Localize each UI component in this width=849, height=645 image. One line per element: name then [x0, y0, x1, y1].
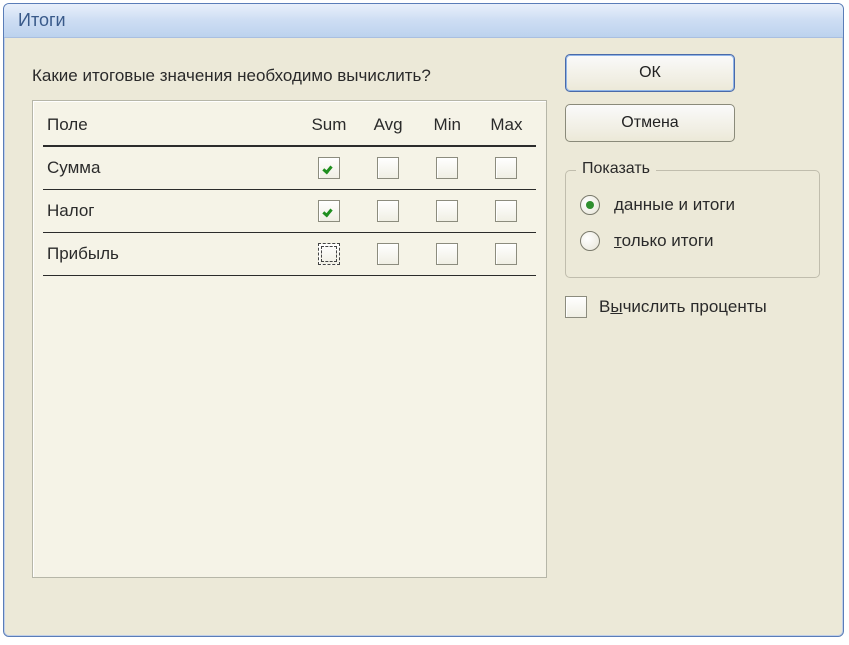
sum-checkbox[interactable]: [318, 200, 340, 222]
radio-button[interactable]: [580, 231, 600, 251]
avg-checkbox[interactable]: [377, 200, 399, 222]
field-name: Налог: [43, 190, 299, 233]
column-header-max: Max: [477, 109, 536, 146]
column-header-min: Min: [418, 109, 477, 146]
calculate-percent-checkbox[interactable]: [565, 296, 587, 318]
radio-label: данные и итоги: [614, 195, 735, 215]
max-checkbox[interactable]: [495, 243, 517, 265]
table-row: Прибыль: [43, 233, 536, 276]
window-title: Итоги: [18, 10, 66, 31]
totals-table-box: Поле Sum Avg Min Max СуммаНалогПрибыль: [32, 100, 547, 578]
min-checkbox[interactable]: [436, 157, 458, 179]
show-group-legend: Показать: [576, 160, 656, 178]
column-header-sum: Sum: [299, 109, 358, 146]
calculate-percent-row[interactable]: Вычислить проценты: [565, 296, 767, 318]
dialog-window: Итоги Какие итоговые значения необходимо…: [3, 3, 844, 637]
min-checkbox[interactable]: [436, 200, 458, 222]
calculate-percent-label: Вычислить проценты: [599, 297, 767, 317]
titlebar: Итоги: [4, 4, 843, 38]
left-panel: Какие итоговые значения необходимо вычис…: [32, 54, 547, 618]
sum-checkbox[interactable]: [318, 157, 340, 179]
avg-checkbox[interactable]: [377, 243, 399, 265]
field-name: Сумма: [43, 146, 299, 190]
radio-option[interactable]: данные и итоги: [580, 187, 805, 223]
table-row: Налог: [43, 190, 536, 233]
avg-checkbox[interactable]: [377, 157, 399, 179]
radio-option[interactable]: только итоги: [580, 223, 805, 259]
column-header-avg: Avg: [359, 109, 418, 146]
right-panel: ОК Отмена Показать данные и итоги только …: [565, 54, 825, 618]
radio-label: только итоги: [614, 231, 714, 251]
table-row: Сумма: [43, 146, 536, 190]
content-area: Какие итоговые значения необходимо вычис…: [4, 38, 843, 636]
show-group: Показать данные и итогитолько итоги: [565, 170, 820, 278]
max-checkbox[interactable]: [495, 200, 517, 222]
field-name: Прибыль: [43, 233, 299, 276]
ok-button[interactable]: ОК: [565, 54, 735, 92]
max-checkbox[interactable]: [495, 157, 517, 179]
radio-button[interactable]: [580, 195, 600, 215]
totals-table: Поле Sum Avg Min Max СуммаНалогПрибыль: [43, 109, 536, 276]
cancel-button[interactable]: Отмена: [565, 104, 735, 142]
column-header-field: Поле: [43, 109, 299, 146]
sum-checkbox[interactable]: [318, 243, 340, 265]
min-checkbox[interactable]: [436, 243, 458, 265]
question-label: Какие итоговые значения необходимо вычис…: [32, 66, 547, 86]
